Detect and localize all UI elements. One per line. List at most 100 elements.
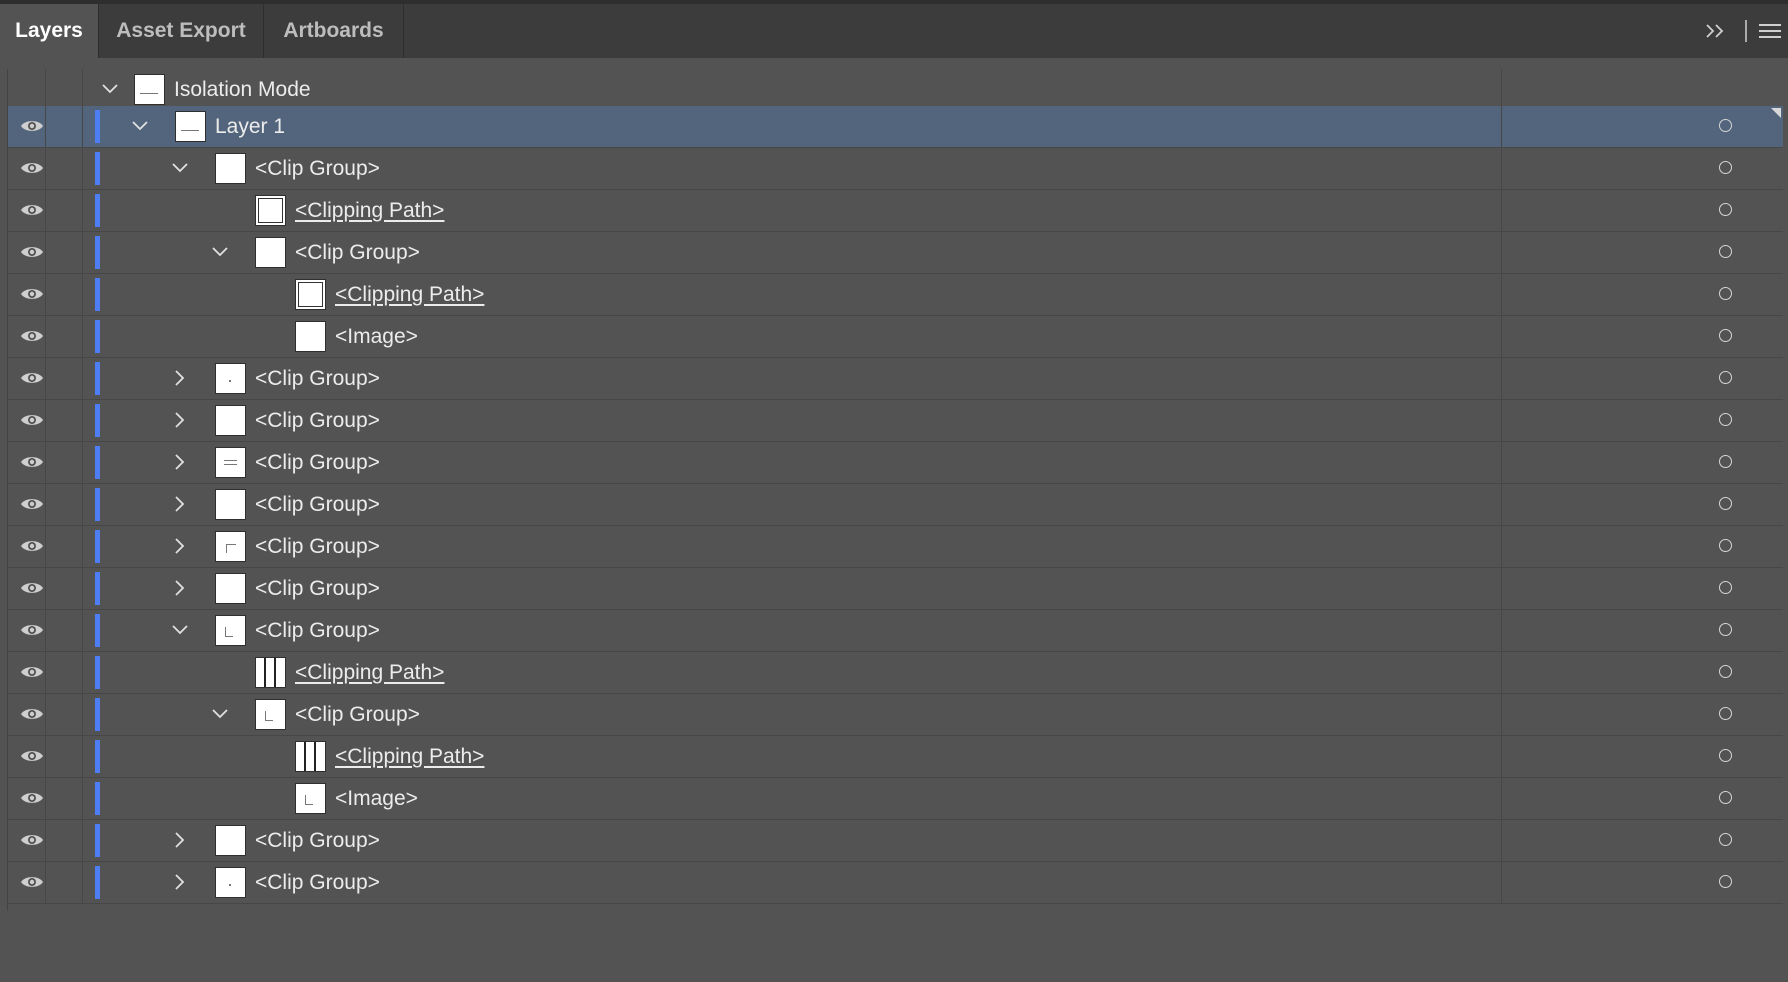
layer-name[interactable]: <Image> bbox=[335, 778, 418, 819]
layer-name[interactable]: Layer 1 bbox=[215, 106, 285, 147]
layer-row[interactable]: <Clip Group> bbox=[8, 400, 1783, 442]
eye-visibility-icon[interactable] bbox=[19, 576, 45, 600]
target-circle-icon[interactable] bbox=[1719, 371, 1732, 384]
eye-visibility-icon[interactable] bbox=[19, 534, 45, 558]
target-circle-icon[interactable] bbox=[1719, 581, 1732, 594]
layer-row[interactable]: <Clip Group> bbox=[8, 232, 1783, 274]
layer-name[interactable]: <Clip Group> bbox=[295, 694, 420, 735]
layer-row[interactable]: <Clip Group> bbox=[8, 148, 1783, 190]
layer-row[interactable]: <Clipping Path> bbox=[8, 652, 1783, 694]
tab-artboards[interactable]: Artboards bbox=[264, 4, 404, 58]
layer-name[interactable]: <Clip Group> bbox=[255, 148, 380, 189]
target-circle-icon[interactable] bbox=[1719, 119, 1732, 132]
eye-visibility-icon[interactable] bbox=[19, 786, 45, 810]
target-circle-icon[interactable] bbox=[1719, 539, 1732, 552]
layer-row[interactable]: <Clip Group> bbox=[8, 694, 1783, 736]
layer-thumbnail bbox=[295, 741, 326, 772]
chevron-down-icon[interactable] bbox=[98, 77, 122, 101]
layer-row[interactable]: <Clipping Path> bbox=[8, 274, 1783, 316]
layer-name[interactable]: <Clipping Path> bbox=[335, 736, 484, 777]
eye-visibility-icon[interactable] bbox=[19, 870, 45, 894]
target-circle-icon[interactable] bbox=[1719, 203, 1732, 216]
chevron-down-icon[interactable] bbox=[168, 156, 192, 180]
layer-row[interactable]: Layer 1 bbox=[8, 106, 1783, 148]
layer-name[interactable]: <Clipping Path> bbox=[295, 190, 444, 231]
chevron-right-icon[interactable] bbox=[168, 534, 192, 558]
eye-visibility-icon[interactable] bbox=[19, 618, 45, 642]
layer-name[interactable]: <Image> bbox=[335, 316, 418, 357]
layer-row[interactable]: <Clip Group> bbox=[8, 526, 1783, 568]
tab-layers[interactable]: Layers bbox=[0, 4, 99, 58]
eye-visibility-icon[interactable] bbox=[19, 282, 45, 306]
layer-name[interactable]: <Clip Group> bbox=[255, 400, 380, 441]
layer-name[interactable]: <Clip Group> bbox=[255, 568, 380, 609]
eye-visibility-icon[interactable] bbox=[19, 450, 45, 474]
target-circle-icon[interactable] bbox=[1719, 161, 1732, 174]
eye-visibility-icon[interactable] bbox=[19, 828, 45, 852]
target-circle-icon[interactable] bbox=[1719, 749, 1732, 762]
target-circle-icon[interactable] bbox=[1719, 413, 1732, 426]
chevron-right-icon[interactable] bbox=[168, 408, 192, 432]
layer-name[interactable]: <Clip Group> bbox=[255, 484, 380, 525]
layer-name[interactable]: <Clip Group> bbox=[255, 526, 380, 567]
layers-list: Isolation Mode Layer 1 <Clip Group> <Clipp… bbox=[7, 69, 1783, 911]
layer-name[interactable]: <Clip Group> bbox=[295, 232, 420, 273]
eye-visibility-icon[interactable] bbox=[19, 114, 45, 138]
isolation-mode-row[interactable]: Isolation Mode bbox=[8, 69, 1783, 111]
eye-visibility-icon[interactable] bbox=[19, 240, 45, 264]
eye-visibility-icon[interactable] bbox=[19, 660, 45, 684]
layer-thumbnail bbox=[295, 321, 326, 352]
chevron-down-icon[interactable] bbox=[128, 114, 152, 138]
layer-name[interactable]: <Clip Group> bbox=[255, 820, 380, 861]
layer-name[interactable]: <Clip Group> bbox=[255, 358, 380, 399]
layer-row[interactable]: <Clip Group> bbox=[8, 442, 1783, 484]
layer-row[interactable]: <Clipping Path> bbox=[8, 190, 1783, 232]
layer-name[interactable]: <Clip Group> bbox=[255, 862, 380, 903]
chevron-right-icon[interactable] bbox=[168, 366, 192, 390]
hamburger-menu-icon[interactable] bbox=[1756, 14, 1784, 48]
layer-row[interactable]: <Clip Group> bbox=[8, 820, 1783, 862]
layer-row[interactable]: <Clip Group> bbox=[8, 568, 1783, 610]
eye-visibility-icon[interactable] bbox=[19, 156, 45, 180]
target-circle-icon[interactable] bbox=[1719, 665, 1732, 678]
target-circle-icon[interactable] bbox=[1719, 287, 1732, 300]
target-circle-icon[interactable] bbox=[1719, 707, 1732, 720]
layer-row[interactable]: <Image> bbox=[8, 778, 1783, 820]
layer-row[interactable]: <Clip Group> bbox=[8, 484, 1783, 526]
target-circle-icon[interactable] bbox=[1719, 875, 1732, 888]
layer-row[interactable]: <Clip Group> bbox=[8, 358, 1783, 400]
eye-visibility-icon[interactable] bbox=[19, 324, 45, 348]
target-circle-icon[interactable] bbox=[1719, 623, 1732, 636]
chevron-right-icon[interactable] bbox=[168, 450, 192, 474]
layer-row[interactable]: <Image> bbox=[8, 316, 1783, 358]
eye-visibility-icon[interactable] bbox=[19, 492, 45, 516]
chevron-right-icon[interactable] bbox=[168, 576, 192, 600]
target-circle-icon[interactable] bbox=[1719, 329, 1732, 342]
eye-visibility-icon[interactable] bbox=[19, 408, 45, 432]
chevron-down-icon[interactable] bbox=[208, 702, 232, 726]
chevron-right-icon[interactable] bbox=[168, 828, 192, 852]
target-circle-icon[interactable] bbox=[1719, 833, 1732, 846]
target-circle-icon[interactable] bbox=[1719, 791, 1732, 804]
target-circle-icon[interactable] bbox=[1719, 497, 1732, 510]
chevron-right-icon[interactable] bbox=[168, 870, 192, 894]
layer-row[interactable]: <Clipping Path> bbox=[8, 736, 1783, 778]
eye-visibility-icon[interactable] bbox=[19, 744, 45, 768]
chevron-right-icon[interactable] bbox=[168, 492, 192, 516]
chevron-down-icon[interactable] bbox=[168, 618, 192, 642]
chevron-down-icon[interactable] bbox=[208, 240, 232, 264]
layer-name[interactable]: <Clip Group> bbox=[255, 442, 380, 483]
layer-color-indicator bbox=[95, 782, 100, 815]
layer-name[interactable]: <Clipping Path> bbox=[335, 274, 484, 315]
tab-asset-export[interactable]: Asset Export bbox=[99, 4, 264, 58]
layer-name[interactable]: <Clipping Path> bbox=[295, 652, 444, 693]
layer-row[interactable]: <Clip Group> bbox=[8, 610, 1783, 652]
eye-visibility-icon[interactable] bbox=[19, 702, 45, 726]
target-circle-icon[interactable] bbox=[1719, 455, 1732, 468]
target-circle-icon[interactable] bbox=[1719, 245, 1732, 258]
layer-row[interactable]: <Clip Group> bbox=[8, 862, 1783, 904]
layer-name[interactable]: <Clip Group> bbox=[255, 610, 380, 651]
eye-visibility-icon[interactable] bbox=[19, 198, 45, 222]
eye-visibility-icon[interactable] bbox=[19, 366, 45, 390]
double-chevron-right-icon[interactable] bbox=[1700, 14, 1732, 48]
